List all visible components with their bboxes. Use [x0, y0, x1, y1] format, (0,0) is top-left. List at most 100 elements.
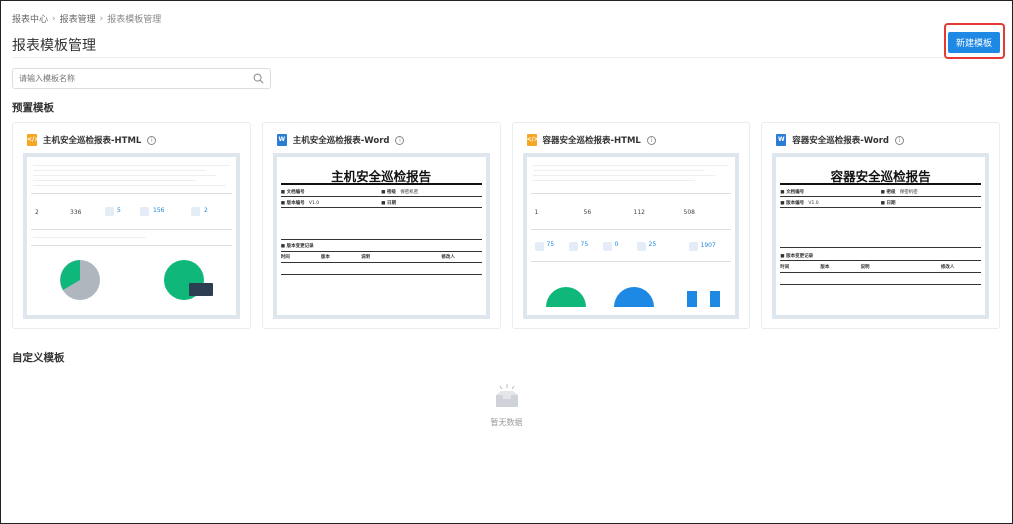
- preview-rule: [780, 196, 981, 197]
- html-file-icon: </>: [27, 134, 39, 146]
- preview-stat: 0: [614, 241, 619, 248]
- preview-field-label: 版本编号: [286, 201, 305, 206]
- preview-line: [33, 165, 230, 166]
- preview-row: ■ 版本变更记录: [280, 244, 314, 249]
- search-input[interactable]: [19, 74, 253, 83]
- card-header: </> 容器安全巡检报表-HTML i: [526, 134, 656, 146]
- preview-line: [33, 170, 206, 171]
- preview-field-label: 密级: [886, 190, 896, 195]
- preview-row: ■ 版本编号 V1.0 ■ 日期: [780, 201, 896, 206]
- card-header: </> 主机安全巡检报表-HTML i: [27, 134, 157, 146]
- preview-line: [532, 165, 730, 166]
- preview-line: [532, 180, 696, 181]
- preview-rule: [780, 260, 981, 261]
- preview-rule: [280, 196, 482, 197]
- preview-stat: 1: [534, 209, 539, 216]
- preview-section-label: 版本变更记录: [786, 254, 814, 259]
- preview-line: [532, 170, 706, 171]
- breadcrumb-item-current: 报表模板管理: [107, 15, 162, 25]
- word-file-icon: W: [776, 134, 787, 146]
- card-title: 主机安全巡检报表-HTML: [43, 136, 142, 146]
- preview-divider: [530, 193, 732, 194]
- preview-stat-icon: [105, 207, 114, 216]
- preview-rule: [280, 239, 482, 240]
- preview-section-label: 版本变更记录: [286, 244, 314, 249]
- preview-field-label: 日期: [386, 201, 396, 206]
- preview-thumbnail: 主机安全巡检报告 ■ 文档编号 ■ 密级 保密机密 ■ 版本编号 V1.0 ■ …: [276, 157, 486, 315]
- preview-stat: 336: [70, 209, 82, 216]
- preview-thumbnail: 2 336 5 156 2: [27, 157, 236, 315]
- template-preview[interactable]: 2 336 5 156 2: [23, 153, 240, 319]
- html-file-icon: </>: [526, 134, 539, 146]
- breadcrumb-item-report-management[interactable]: 报表管理: [60, 12, 96, 25]
- preview-divider: [530, 261, 732, 262]
- template-preview[interactable]: 容器安全巡检报告 ■ 文档编号 ■ 密级 保密机密 ■ 版本编号 V1.0 ■ …: [772, 153, 989, 319]
- info-icon[interactable]: i: [147, 135, 157, 145]
- preview-row: ■ 文档编号 ■ 密级 保密机密: [780, 190, 918, 195]
- template-card[interactable]: </> 主机安全巡检报表-HTML i 2 336 5 156 2: [12, 122, 251, 329]
- info-icon[interactable]: i: [894, 135, 904, 145]
- preview-stat: 5: [117, 207, 121, 214]
- preview-field-value: 保密机密: [899, 190, 918, 195]
- preview-stat-icon: [568, 242, 578, 251]
- preview-stat: 112: [633, 209, 645, 216]
- card-title: 主机安全巡检报表-Word: [292, 136, 390, 146]
- chevron-right-icon: ›: [52, 13, 56, 24]
- preview-line: [33, 185, 226, 186]
- preview-stat-icon: [636, 242, 646, 251]
- search-icon[interactable]: [253, 73, 264, 84]
- preview-rule: [780, 247, 981, 248]
- search-box[interactable]: [12, 68, 271, 89]
- chevron-right-icon: ›: [99, 13, 104, 24]
- preview-col: 修改人: [441, 255, 455, 260]
- preview-field-label: 文档编号: [786, 190, 805, 195]
- preview-row: ■ 文档编号 ■ 密级 保密机密: [280, 190, 419, 195]
- preview-table-header: 时间 版本 说明 修改人: [281, 254, 482, 260]
- template-card[interactable]: </> 容器安全巡检报表-HTML i 1 56 112 508 75 75 0…: [511, 122, 751, 329]
- preview-line: [33, 175, 216, 176]
- preview-rule: [780, 207, 981, 208]
- section-title-preset: 预置模板: [12, 102, 54, 114]
- preview-thumbnail: 容器安全巡检报告 ■ 文档编号 ■ 密级 保密机密 ■ 版本编号 V1.0 ■ …: [776, 157, 985, 315]
- preview-bar: [686, 291, 697, 307]
- preview-line: [33, 237, 146, 238]
- preview-stat: 75: [546, 241, 555, 248]
- info-icon[interactable]: i: [646, 135, 656, 145]
- empty-box-icon: [495, 384, 518, 407]
- card-title: 容器安全巡检报表-HTML: [542, 136, 641, 146]
- preview-stat: 508: [683, 209, 695, 216]
- preview-col: 时间: [780, 265, 790, 270]
- preview-stat: 2: [204, 207, 208, 214]
- preview-rule: [780, 272, 981, 273]
- template-preview[interactable]: 1 56 112 508 75 75 0 25 1907: [522, 153, 740, 319]
- preview-rule: [280, 251, 482, 252]
- preview-stat-icon: [140, 207, 149, 216]
- empty-text: 暂无数据: [490, 418, 523, 427]
- card-header: W 主机安全巡检报表-Word i: [276, 134, 405, 146]
- preview-field-label: 版本编号: [786, 201, 805, 206]
- card-header: W 容器安全巡检报表-Word i: [776, 134, 904, 146]
- new-template-button[interactable]: 新建模板: [948, 32, 1000, 53]
- preview-row: ■ 版本编号 V1.0 ■ 日期: [280, 201, 396, 206]
- preview-line: [33, 180, 196, 181]
- breadcrumb-item-report-center[interactable]: 报表中心: [12, 12, 48, 25]
- preview-stat: 156: [153, 207, 165, 214]
- preview-half-pie: [545, 287, 586, 307]
- preview-half-pie: [613, 287, 654, 307]
- preview-divider: [31, 245, 232, 246]
- preview-col: 版本: [820, 265, 830, 270]
- template-preview[interactable]: 主机安全巡检报告 ■ 文档编号 ■ 密级 保密机密 ■ 版本编号 V1.0 ■ …: [272, 153, 490, 319]
- template-card[interactable]: W 容器安全巡检报表-Word i 容器安全巡检报告 ■ 文档编号 ■ 密级 保…: [761, 122, 1000, 329]
- info-icon[interactable]: i: [395, 135, 405, 145]
- preview-stat: 25: [648, 241, 657, 248]
- template-card[interactable]: W 主机安全巡检报表-Word i 主机安全巡检报告 ■ 文档编号 ■ 密级 保…: [261, 122, 501, 329]
- preview-stat-icon: [534, 242, 544, 251]
- preview-rule: [780, 183, 981, 185]
- preview-stat-icon: [688, 242, 698, 251]
- preview-field-label: 文档编号: [286, 190, 305, 195]
- empty-state: 暂无数据: [0, 383, 1013, 428]
- template-card-list: </> 主机安全巡检报表-HTML i 2 336 5 156 2 W 主机安全…: [12, 122, 1000, 330]
- word-file-icon: W: [276, 134, 287, 146]
- preview-rule: [280, 274, 482, 275]
- preview-field-label: 日期: [886, 201, 896, 206]
